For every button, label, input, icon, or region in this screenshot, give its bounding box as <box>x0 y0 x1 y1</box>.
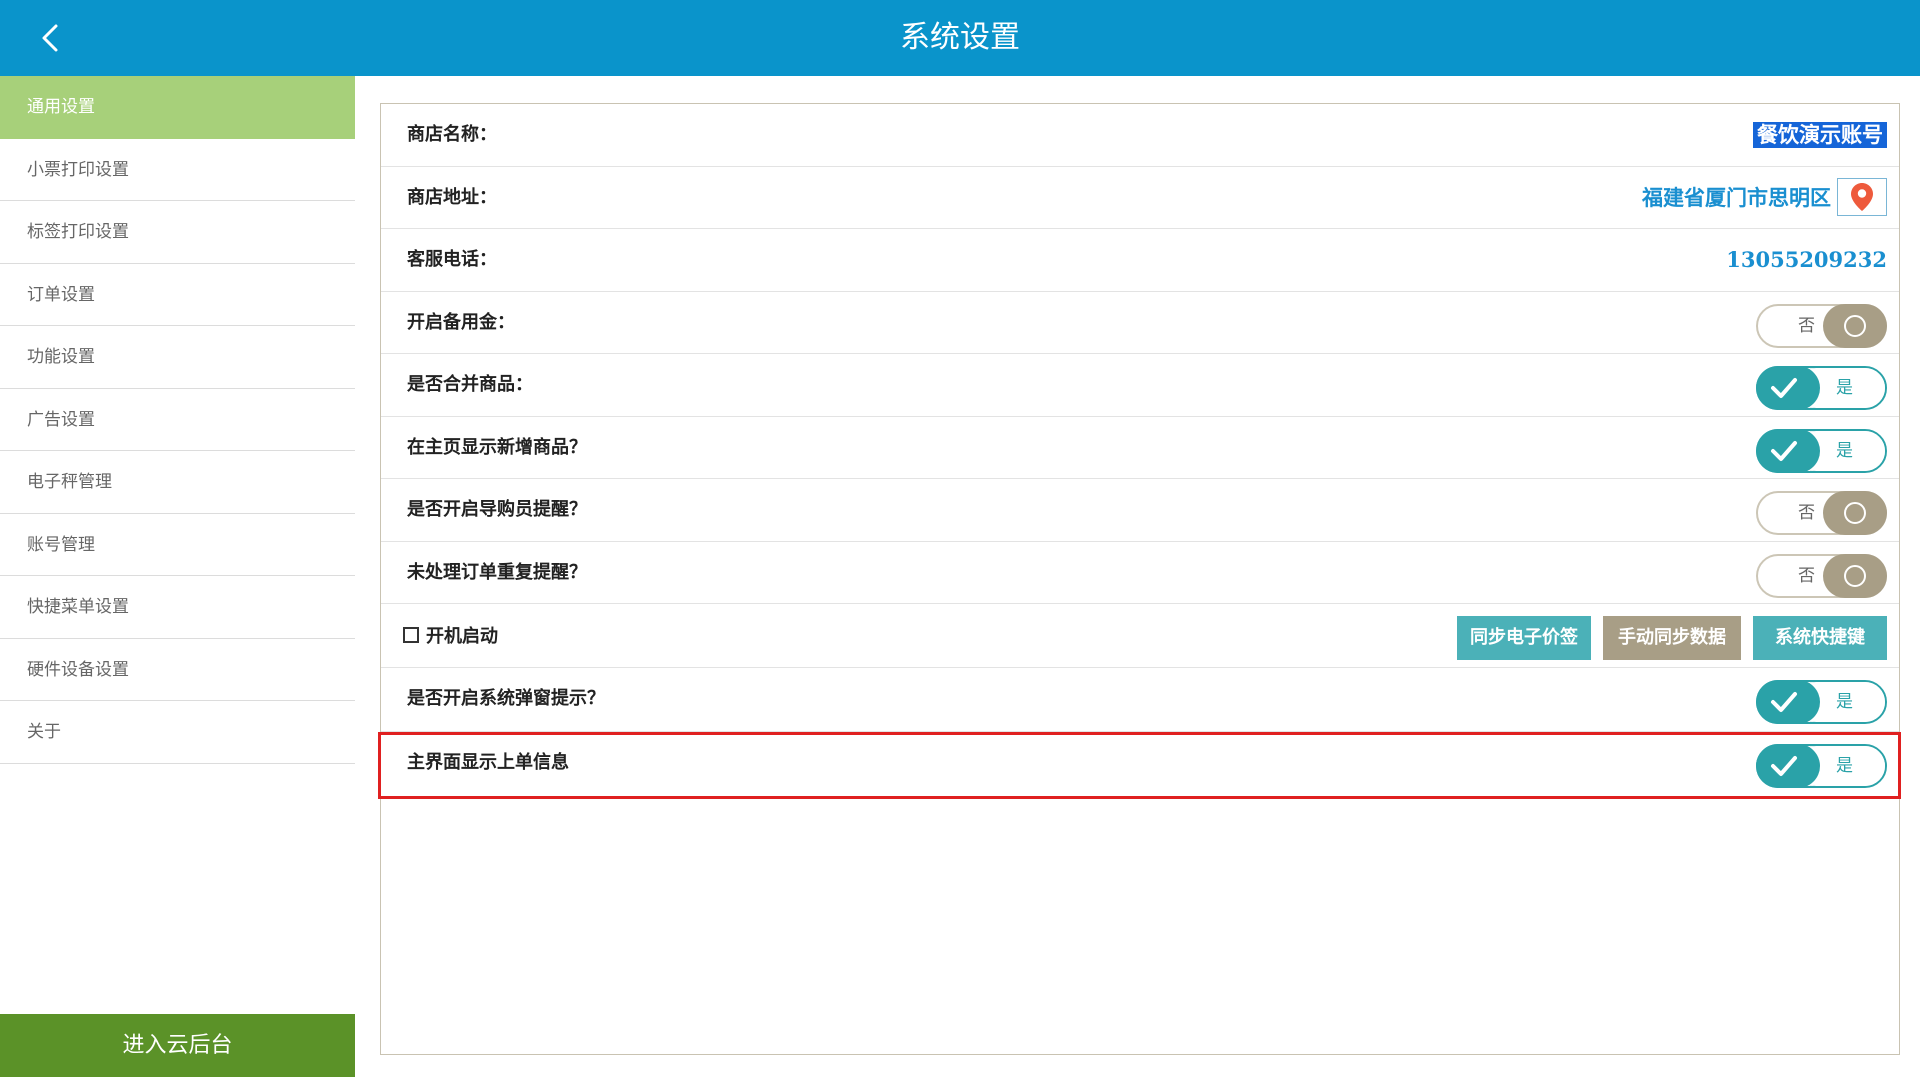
store-address-row: 商店地址： 福建省厦门市思明区 <box>381 167 1899 229</box>
settings-panel: 商店名称： 餐饮演示账号 商店地址： 福建省厦门市思明区 客服电话： 13055… <box>380 103 1900 1055</box>
show-order-info-label: 主界面显示上单信息 <box>407 752 569 773</box>
service-phone-value[interactable]: 13055209232 <box>1726 229 1887 291</box>
repeat-reminder-row: 未处理订单重复提醒？ 否 <box>381 542 1899 604</box>
toggle-knob <box>1823 303 1887 348</box>
system-shortcut-button[interactable]: 系统快捷键 <box>1753 616 1887 660</box>
toggle-knob <box>1756 366 1820 410</box>
circle-icon <box>1844 314 1866 337</box>
store-name-row: 商店名称： 餐饮演示账号 <box>381 104 1899 167</box>
toggle-state-label: 否 <box>1798 503 1815 523</box>
sync-price-tag-button[interactable]: 同步电子价签 <box>1457 616 1591 660</box>
circle-icon <box>1844 564 1866 587</box>
service-phone-label: 客服电话： <box>407 249 497 270</box>
repeat-reminder-toggle[interactable]: 否 <box>1756 553 1887 598</box>
toggle-state-label: 否 <box>1798 565 1815 586</box>
sidebar-item-account[interactable]: 账号管理 <box>0 514 355 576</box>
repeat-reminder-label: 未处理订单重复提醒？ <box>407 561 587 583</box>
toggle-state-label: 是 <box>1836 378 1853 398</box>
show-order-info-toggle[interactable]: 是 <box>1756 744 1887 788</box>
sidebar-item-shortcut-menu[interactable]: 快捷菜单设置 <box>0 576 355 639</box>
enter-cloud-button[interactable]: 进入云后台 <box>0 1014 355 1077</box>
toggle-knob <box>1823 553 1887 598</box>
popup-hint-label: 是否开启系统弹窗提示？ <box>407 688 605 709</box>
show-new-goods-label: 在主页显示新增商品？ <box>407 436 587 458</box>
toggle-state-label: 否 <box>1798 315 1815 336</box>
merge-goods-row: 是否合并商品： 是 <box>381 354 1899 417</box>
map-pin-icon <box>1851 182 1873 211</box>
show-new-goods-row: 在主页显示新增商品？ 是 <box>381 417 1899 479</box>
guide-reminder-toggle[interactable]: 否 <box>1756 491 1887 535</box>
sidebar: 通用设置 小票打印设置 标签打印设置 订单设置 功能设置 广告设置 电子秤管理 … <box>0 76 355 1080</box>
check-icon <box>1771 378 1797 398</box>
service-phone-row: 客服电话： 13055209232 <box>381 229 1899 292</box>
toggle-knob <box>1756 428 1820 473</box>
circle-icon <box>1844 502 1866 524</box>
popup-hint-toggle[interactable]: 是 <box>1756 680 1887 724</box>
check-icon <box>1771 440 1797 461</box>
show-order-info-row: 主界面显示上单信息 是 <box>381 732 1899 796</box>
store-address-label: 商店地址： <box>407 186 497 208</box>
petty-cash-row: 开启备用金： 否 <box>381 292 1899 354</box>
top-bar: 系统设置 <box>0 0 1920 76</box>
checkbox-icon[interactable] <box>403 627 419 643</box>
sidebar-item-hardware[interactable]: 硬件设备设置 <box>0 639 355 701</box>
store-name-field[interactable]: 餐饮演示账号 <box>1753 104 1887 166</box>
sidebar-item-ads[interactable]: 广告设置 <box>0 389 355 451</box>
store-name-label: 商店名称： <box>407 124 497 145</box>
sidebar-item-function[interactable]: 功能设置 <box>0 326 355 389</box>
boot-start-checkbox[interactable]: 开机启动 <box>403 604 498 666</box>
location-button[interactable] <box>1837 177 1887 216</box>
manual-sync-button[interactable]: 手动同步数据 <box>1603 616 1741 660</box>
page-title: 系统设置 <box>900 20 1020 55</box>
toggle-state-label: 是 <box>1836 440 1853 461</box>
toggle-knob <box>1823 491 1887 535</box>
toggle-state-label: 是 <box>1836 692 1853 712</box>
merge-goods-label: 是否合并商品： <box>407 374 533 395</box>
petty-cash-label: 开启备用金： <box>407 311 515 333</box>
merge-goods-toggle[interactable]: 是 <box>1756 366 1887 410</box>
boot-start-label: 开机启动 <box>426 626 498 647</box>
sidebar-item-receipt-print[interactable]: 小票打印设置 <box>0 139 355 201</box>
sidebar-item-scale[interactable]: 电子秤管理 <box>0 451 355 514</box>
boot-start-row: 开机启动 同步电子价签 手动同步数据 系统快捷键 <box>381 604 1899 668</box>
check-icon <box>1771 756 1797 776</box>
store-name-value[interactable]: 餐饮演示账号 <box>1753 122 1887 148</box>
check-icon <box>1771 692 1797 712</box>
petty-cash-toggle[interactable]: 否 <box>1756 303 1887 348</box>
sidebar-item-order[interactable]: 订单设置 <box>0 264 355 326</box>
guide-reminder-row: 是否开启导购员提醒？ 否 <box>381 479 1899 542</box>
show-new-goods-toggle[interactable]: 是 <box>1756 428 1887 473</box>
sidebar-item-about[interactable]: 关于 <box>0 701 355 764</box>
toggle-state-label: 是 <box>1836 756 1853 776</box>
sidebar-item-label-print[interactable]: 标签打印设置 <box>0 201 355 264</box>
popup-hint-row: 是否开启系统弹窗提示？ 是 <box>381 668 1899 732</box>
toggle-knob <box>1756 744 1820 788</box>
sidebar-item-general[interactable]: 通用设置 <box>0 76 355 139</box>
store-address-value[interactable]: 福建省厦门市思明区 <box>1642 167 1831 229</box>
toggle-knob <box>1756 680 1820 724</box>
guide-reminder-label: 是否开启导购员提醒？ <box>407 499 587 520</box>
